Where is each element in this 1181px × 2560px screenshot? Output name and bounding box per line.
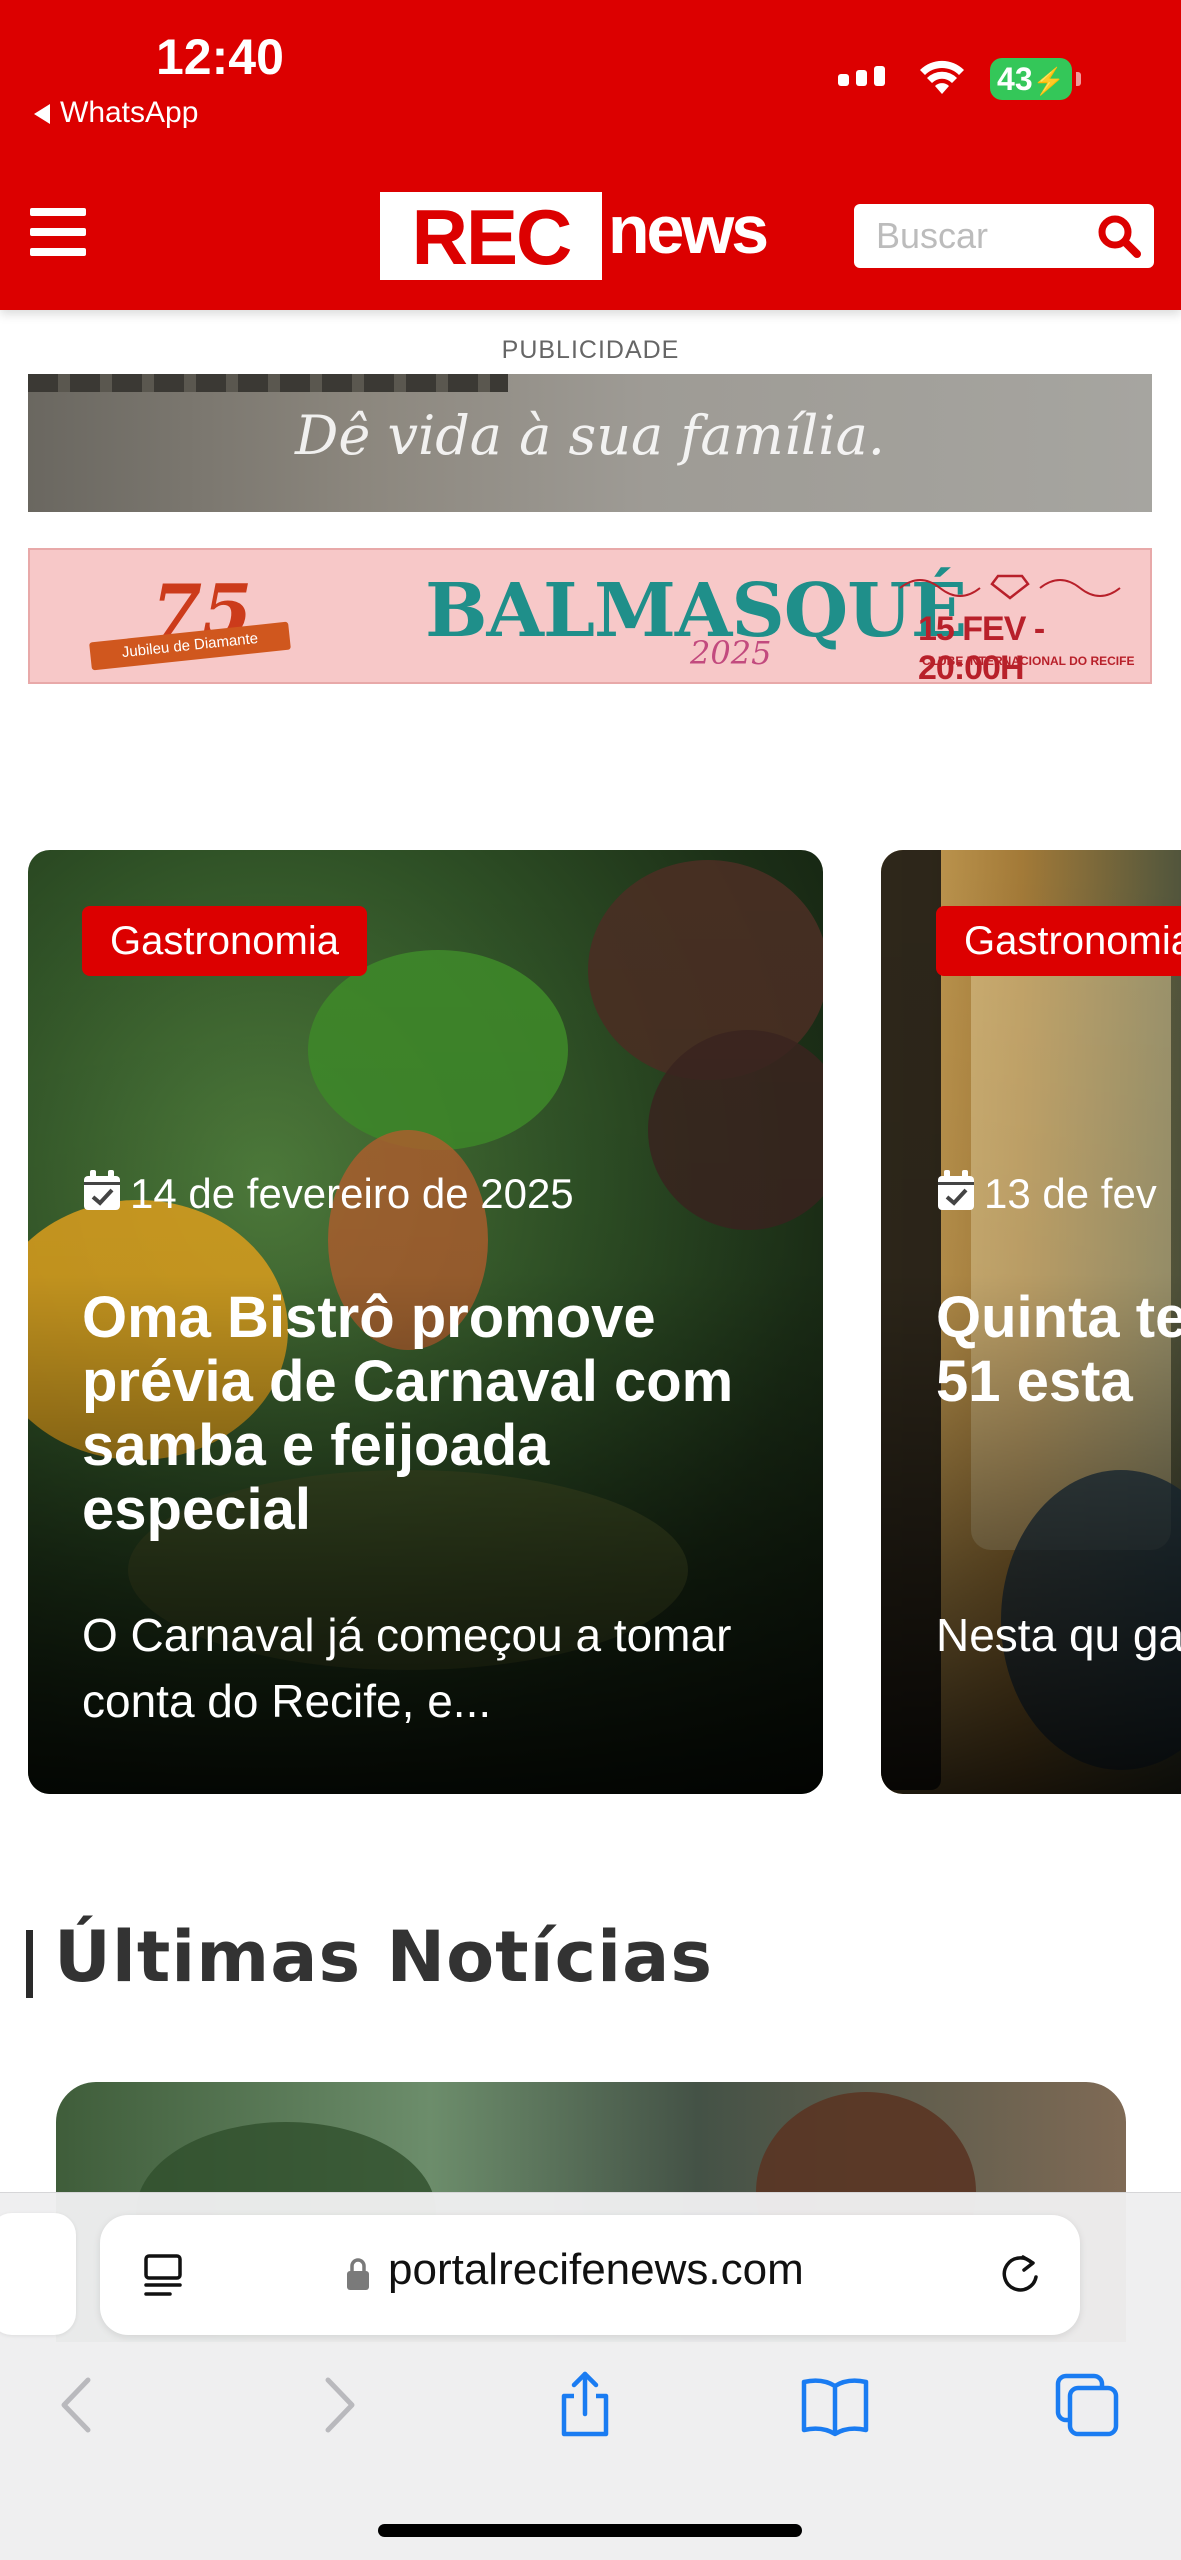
category-tag[interactable]: Gastronomia [936,906,1181,976]
post-date: 14 de fevereiro de 2025 [82,1170,574,1218]
ad2-date: 15 FEV - 20:00H [918,610,1045,684]
menu-button[interactable] [30,208,86,256]
post-date: 13 de fev [936,1170,1157,1218]
post-date-text: 14 de fevereiro de 2025 [130,1170,574,1217]
ad2-venue: CLUBE INTERNACIONAL DO RECIFE [922,654,1135,668]
ad2-year: 2025 [690,634,772,672]
calendar-check-icon [938,1170,974,1210]
back-button[interactable] [44,2370,114,2440]
anniversary-badge: 75 Jubileu de Diamante [89,568,300,671]
wifi-icon [920,60,964,94]
battery-icon: 43⚡ [990,58,1081,100]
home-indicator [378,2524,802,2537]
tabs-button[interactable] [1052,2370,1122,2440]
post-title[interactable]: Quinta tempe da Índi 51 esta [936,1286,1181,1414]
ad-decoration [28,374,508,392]
search-input[interactable] [854,204,1086,268]
featured-carousel[interactable]: Gastronomia 14 de fevereiro de 2025 Oma … [0,850,1181,1795]
back-app-label: WhatsApp [60,96,199,129]
featured-card[interactable]: Gastronomia 14 de fevereiro de 2025 Oma … [28,850,823,1794]
previous-tab-preview[interactable] [0,2213,76,2335]
site-header: 12:40 WhatsApp 43⚡ REC news [0,0,1181,310]
logo-rec: REC [380,192,602,281]
magnifier-icon [1098,215,1141,258]
reader-mode-icon[interactable] [142,2253,186,2299]
share-button[interactable] [550,2370,620,2440]
post-title[interactable]: Oma Bistrô promove prévia de Carnaval co… [82,1286,762,1542]
section-accent-bar [26,1930,33,1998]
calendar-check-icon [84,1170,120,1210]
section-title: Últimas Notícias [54,1916,714,1998]
address-bar[interactable]: portalrecifenews.com [100,2215,1080,2335]
bookmarks-button[interactable] [800,2370,870,2440]
back-to-app-link[interactable]: WhatsApp [34,96,198,130]
forward-button[interactable] [302,2370,372,2440]
reload-icon[interactable] [996,2251,1044,2299]
post-excerpt: Nesta qu gastrono protagon [936,1609,1181,1661]
back-triangle-icon [34,104,50,125]
status-time: 12:40 [156,29,284,85]
post-excerpt: O Carnaval já começou a tomar conta do R… [82,1609,732,1727]
category-tag[interactable]: Gastronomia [82,906,367,976]
search-box [854,204,1154,268]
site-logo[interactable]: REC news [380,190,800,281]
lock-icon [347,2258,369,2290]
ad-banner-family[interactable]: Dê vida à sua família. [28,374,1152,512]
post-date-text: 13 de fev [984,1170,1157,1217]
diamond-ornament-icon [899,574,1121,600]
battery-level: 43 [997,61,1033,97]
url-text[interactable]: portalrecifenews.com [388,2245,804,2295]
featured-card[interactable]: Gastronomia 13 de fev Quinta tempe da Ín… [881,850,1181,1794]
ad-label: PUBLICIDADE [501,336,680,364]
cellular-signal-icon [838,64,888,86]
logo-news: news [608,192,769,268]
ad-banner-balmasque[interactable]: 75 Jubileu de Diamante BALMASQUÉ 2025 15… [28,548,1152,684]
hamburger-icon [30,208,86,216]
ad1-text: Dê vida à sua família. [295,404,885,467]
search-button[interactable] [1088,208,1150,264]
